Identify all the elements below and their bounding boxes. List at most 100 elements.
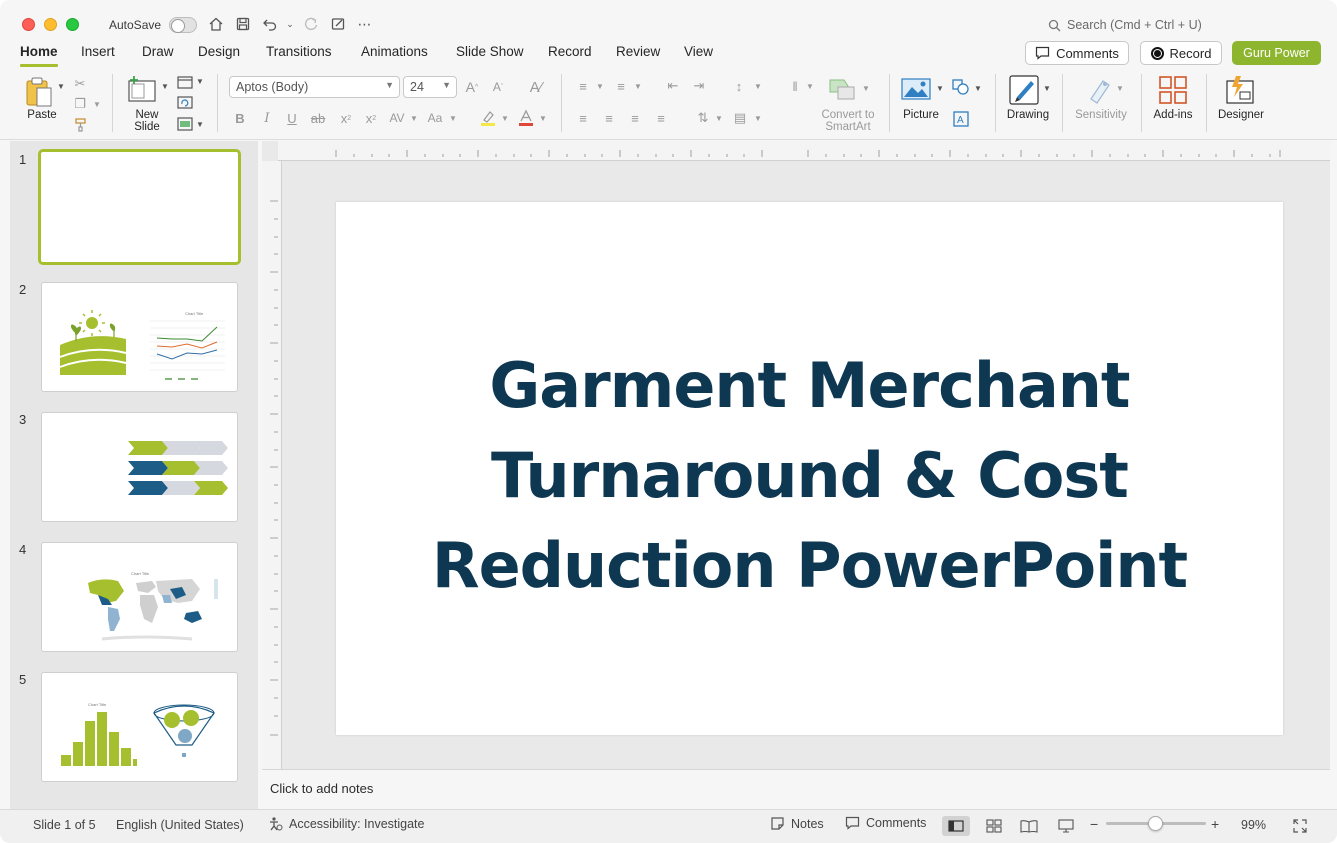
slide-thumbnail-3[interactable] <box>41 412 238 522</box>
underline-icon[interactable]: U <box>285 110 299 126</box>
quick-print-icon[interactable] <box>329 15 347 33</box>
add-ins-icon[interactable] <box>1158 75 1188 105</box>
format-painter-icon[interactable] <box>72 116 88 132</box>
notes-toggle-button[interactable]: Notes <box>770 816 824 831</box>
layout-dropdown-icon[interactable]: ▼ <box>196 77 204 86</box>
font-name-select[interactable]: Aptos (Body) ▼ <box>229 76 400 98</box>
change-case-icon[interactable]: Aa <box>425 110 445 126</box>
change-case-dropdown-icon[interactable]: ▼ <box>449 114 457 123</box>
line-spacing-dropdown-icon[interactable]: ▼ <box>754 82 762 91</box>
tab-record[interactable]: Record <box>548 44 592 59</box>
record-button[interactable]: Record <box>1140 41 1222 65</box>
zoom-in-icon[interactable]: + <box>1211 816 1219 832</box>
normal-view-button[interactable] <box>942 816 970 836</box>
numbering-icon[interactable]: ≡ <box>612 78 630 94</box>
increase-indent-icon[interactable]: ⇥ <box>690 78 708 94</box>
picture-icon[interactable] <box>901 77 931 103</box>
sensitivity-dropdown-icon[interactable]: ▼ <box>1116 84 1124 93</box>
copy-dropdown-icon[interactable]: ▼ <box>92 96 102 112</box>
bold-icon[interactable]: B <box>233 110 247 126</box>
language-status[interactable]: English (United States) <box>116 818 244 832</box>
new-slide-icon[interactable] <box>127 75 157 105</box>
slide-title[interactable]: Garment Merchant Turnaround & Cost Reduc… <box>336 341 1283 611</box>
align-text-dropdown-icon[interactable]: ▼ <box>754 114 762 123</box>
zoom-level[interactable]: 99% <box>1241 818 1266 832</box>
font-size-select[interactable]: 24 ▼ <box>403 76 457 98</box>
increase-font-size-icon[interactable]: A ^ <box>463 78 481 96</box>
character-spacing-dropdown-icon[interactable]: ▼ <box>410 114 418 123</box>
tab-transitions[interactable]: Transitions <box>266 44 332 59</box>
slide-thumbnail-5[interactable]: Chart Title <box>41 672 238 782</box>
accessibility-status[interactable]: Accessibility: Investigate <box>268 816 424 831</box>
bullets-icon[interactable]: ≡ <box>574 78 592 94</box>
current-slide[interactable]: Garment Merchant Turnaround & Cost Reduc… <box>336 202 1283 735</box>
slide-thumbnail-1[interactable] <box>38 149 241 265</box>
more-icon[interactable]: ⋯ <box>356 15 374 33</box>
character-spacing-icon[interactable]: AV <box>386 110 408 126</box>
slide-show-view-button[interactable] <box>1052 816 1080 836</box>
paste-icon[interactable] <box>24 76 54 108</box>
smartart-dropdown-icon[interactable]: ▼ <box>862 84 870 93</box>
text-direction-dropdown-icon[interactable]: ▼ <box>715 114 723 123</box>
highlight-dropdown-icon[interactable]: ▼ <box>501 114 509 123</box>
layout-icon[interactable] <box>176 74 194 90</box>
smartart-icon[interactable] <box>828 76 858 102</box>
picture-dropdown-icon[interactable]: ▼ <box>936 84 944 93</box>
strikethrough-icon[interactable]: ab <box>309 110 327 126</box>
maximize-window-button[interactable] <box>66 18 79 31</box>
zoom-out-icon[interactable]: − <box>1090 816 1098 832</box>
bullets-dropdown-icon[interactable]: ▼ <box>596 82 604 91</box>
close-window-button[interactable] <box>22 18 35 31</box>
redo-icon[interactable] <box>302 15 320 33</box>
comments-toggle-button[interactable]: Comments <box>845 816 926 830</box>
home-icon[interactable] <box>207 15 225 33</box>
font-color-icon[interactable] <box>516 108 536 128</box>
subscript-icon[interactable]: x2 <box>363 110 379 126</box>
tab-animations[interactable]: Animations <box>361 44 428 59</box>
autosave-toggle[interactable] <box>169 17 197 33</box>
shapes-icon[interactable] <box>951 78 971 96</box>
slide-thumbnail-2[interactable]: Chart Title <box>41 282 238 392</box>
paste-dropdown-icon[interactable]: ▼ <box>57 82 65 91</box>
tab-home[interactable]: Home <box>20 44 58 67</box>
highlight-color-icon[interactable] <box>478 108 498 128</box>
drawing-icon[interactable] <box>1009 75 1039 105</box>
sensitivity-icon[interactable] <box>1085 75 1115 105</box>
columns-dropdown-icon[interactable]: ▼ <box>806 82 814 91</box>
undo-icon[interactable] <box>261 15 279 33</box>
shapes-dropdown-icon[interactable]: ▼ <box>974 84 982 93</box>
decrease-font-size-icon[interactable]: Aˇ <box>489 78 507 96</box>
tab-view[interactable]: View <box>684 44 713 59</box>
designer-icon[interactable] <box>1224 75 1256 105</box>
zoom-slider-thumb[interactable] <box>1148 816 1163 831</box>
align-left-icon[interactable]: ≡ <box>574 110 592 126</box>
slide-sorter-view-button[interactable] <box>980 816 1008 836</box>
fit-to-window-button[interactable] <box>1286 816 1314 836</box>
justify-icon[interactable]: ≡ <box>652 110 670 126</box>
columns-icon[interactable]: ‖ <box>786 78 804 94</box>
align-text-icon[interactable]: ▤ <box>731 110 749 126</box>
section-dropdown-icon[interactable]: ▼ <box>196 120 204 129</box>
clear-formatting-icon[interactable]: A⁄ <box>527 78 545 96</box>
italic-icon[interactable]: I <box>260 110 274 126</box>
tab-slide-show[interactable]: Slide Show <box>456 44 524 59</box>
text-direction-icon[interactable]: ⇅ <box>694 110 712 126</box>
notes-pane[interactable]: Click to add notes <box>262 769 1330 809</box>
tab-design[interactable]: Design <box>198 44 240 59</box>
save-icon[interactable] <box>234 15 252 33</box>
superscript-icon[interactable]: x2 <box>338 110 354 126</box>
numbering-dropdown-icon[interactable]: ▼ <box>634 82 642 91</box>
guru-power-button[interactable]: Guru Power <box>1232 41 1321 65</box>
align-center-icon[interactable]: ≡ <box>600 110 618 126</box>
tab-insert[interactable]: Insert <box>81 44 115 59</box>
copy-icon[interactable]: ❐ <box>72 96 88 112</box>
new-slide-dropdown-icon[interactable]: ▼ <box>161 82 169 91</box>
line-spacing-icon[interactable]: ↕ <box>730 78 748 94</box>
tab-review[interactable]: Review <box>616 44 660 59</box>
tab-draw[interactable]: Draw <box>142 44 174 59</box>
reading-view-button[interactable] <box>1015 816 1043 836</box>
cut-icon[interactable]: ✂ <box>72 76 88 92</box>
align-right-icon[interactable]: ≡ <box>626 110 644 126</box>
comments-button[interactable]: Comments <box>1025 41 1129 65</box>
decrease-indent-icon[interactable]: ⇤ <box>664 78 682 94</box>
